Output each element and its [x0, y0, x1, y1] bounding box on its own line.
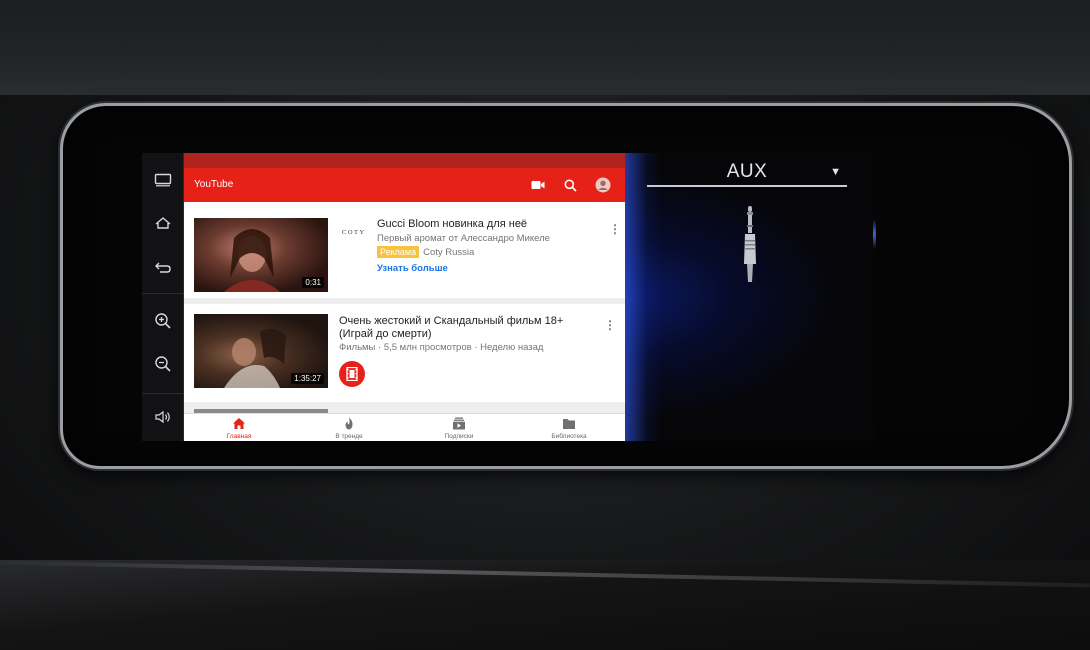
aux-glow	[625, 153, 661, 441]
left-sidebar	[142, 153, 184, 441]
ad-subtitle: Первый аромат от Алессандро Микеле	[377, 233, 550, 244]
search-icon[interactable]	[562, 177, 578, 193]
aux-source-label: AUX	[726, 161, 768, 182]
bottom-nav: Главная В тренде Подписки Библиотека	[184, 413, 625, 441]
aux-panel: AUX ▼	[625, 153, 876, 441]
app-title: YouTube	[194, 179, 234, 190]
learn-more-link[interactable]: Узнать больше	[377, 263, 448, 274]
video-duration: 1:35:27	[291, 373, 324, 384]
subscriptions-icon	[453, 417, 465, 430]
video-duration: 0:31	[302, 277, 324, 288]
brand-logo: COTY	[342, 229, 366, 236]
channel-avatar[interactable]	[339, 361, 365, 387]
tab-label: Главная	[226, 433, 252, 440]
flame-icon	[345, 417, 353, 430]
sidebar-divider	[142, 393, 184, 394]
video-thumbnail[interactable]: 1:35:27	[194, 314, 328, 388]
film-icon	[346, 367, 358, 381]
status-bar	[184, 153, 625, 168]
tab-label: В тренде	[335, 433, 363, 440]
ad-thumbnail[interactable]: 0:31	[194, 218, 328, 292]
video-title-line2[interactable]: (Играй до смерти)	[339, 328, 432, 341]
aux-jack-icon	[744, 206, 756, 282]
aux-source-selector[interactable]: AUX ▼	[647, 161, 847, 187]
screens-icon[interactable]	[151, 169, 175, 191]
advertiser-name: Coty Russia	[423, 247, 475, 258]
video-feed: 0:31 COTY Gucci Bloom новинка для неё Пе…	[184, 202, 625, 413]
zoom-out-icon[interactable]	[151, 353, 175, 375]
zoom-in-icon[interactable]	[151, 310, 175, 332]
account-icon[interactable]	[595, 177, 611, 193]
dropdown-caret-icon[interactable]: ▼	[830, 166, 841, 178]
tab-label: Библиотека	[551, 433, 587, 440]
tab-subscriptions[interactable]: Подписки	[404, 414, 514, 441]
home-icon[interactable]	[151, 212, 175, 234]
dashboard-top	[0, 0, 1090, 95]
video-card[interactable]: 1:35:27 Очень жестокий и Скандальный фил…	[184, 304, 625, 402]
tab-library[interactable]: Библиотека	[514, 414, 624, 441]
tab-trending[interactable]: В тренде	[294, 414, 404, 441]
more-options-icon[interactable]: ⋮	[609, 222, 621, 236]
ad-card[interactable]: 0:31 COTY Gucci Bloom новинка для неё Пе…	[184, 202, 625, 298]
video-meta: Фильмы · 5,5 млн просмотров · Неделю наз…	[339, 342, 544, 353]
active-indicator	[873, 219, 876, 249]
folder-icon	[563, 419, 575, 429]
ad-meta: Реклама Coty Russia	[377, 246, 474, 259]
youtube-app: YouTube 0:31 COTY Gucci Bloom новинка дл…	[184, 153, 625, 441]
sidebar-divider	[142, 293, 184, 294]
video-camera-icon[interactable]	[530, 177, 546, 193]
sound-icon[interactable]	[151, 406, 175, 428]
more-options-icon[interactable]: ⋮	[604, 318, 616, 332]
tab-home[interactable]: Главная	[184, 414, 294, 441]
tab-label: Подписки	[444, 433, 474, 440]
video-title[interactable]: Очень жестокий и Скандальный фильм 18+	[339, 315, 563, 328]
back-icon[interactable]	[151, 256, 175, 278]
app-toolbar: YouTube	[184, 168, 625, 202]
ad-title[interactable]: Gucci Bloom новинка для неё	[377, 218, 527, 231]
infotainment-screen: YouTube 0:31 COTY Gucci Bloom новинка дл…	[142, 153, 876, 441]
ad-badge: Реклама	[377, 246, 420, 258]
home-icon	[233, 418, 245, 429]
